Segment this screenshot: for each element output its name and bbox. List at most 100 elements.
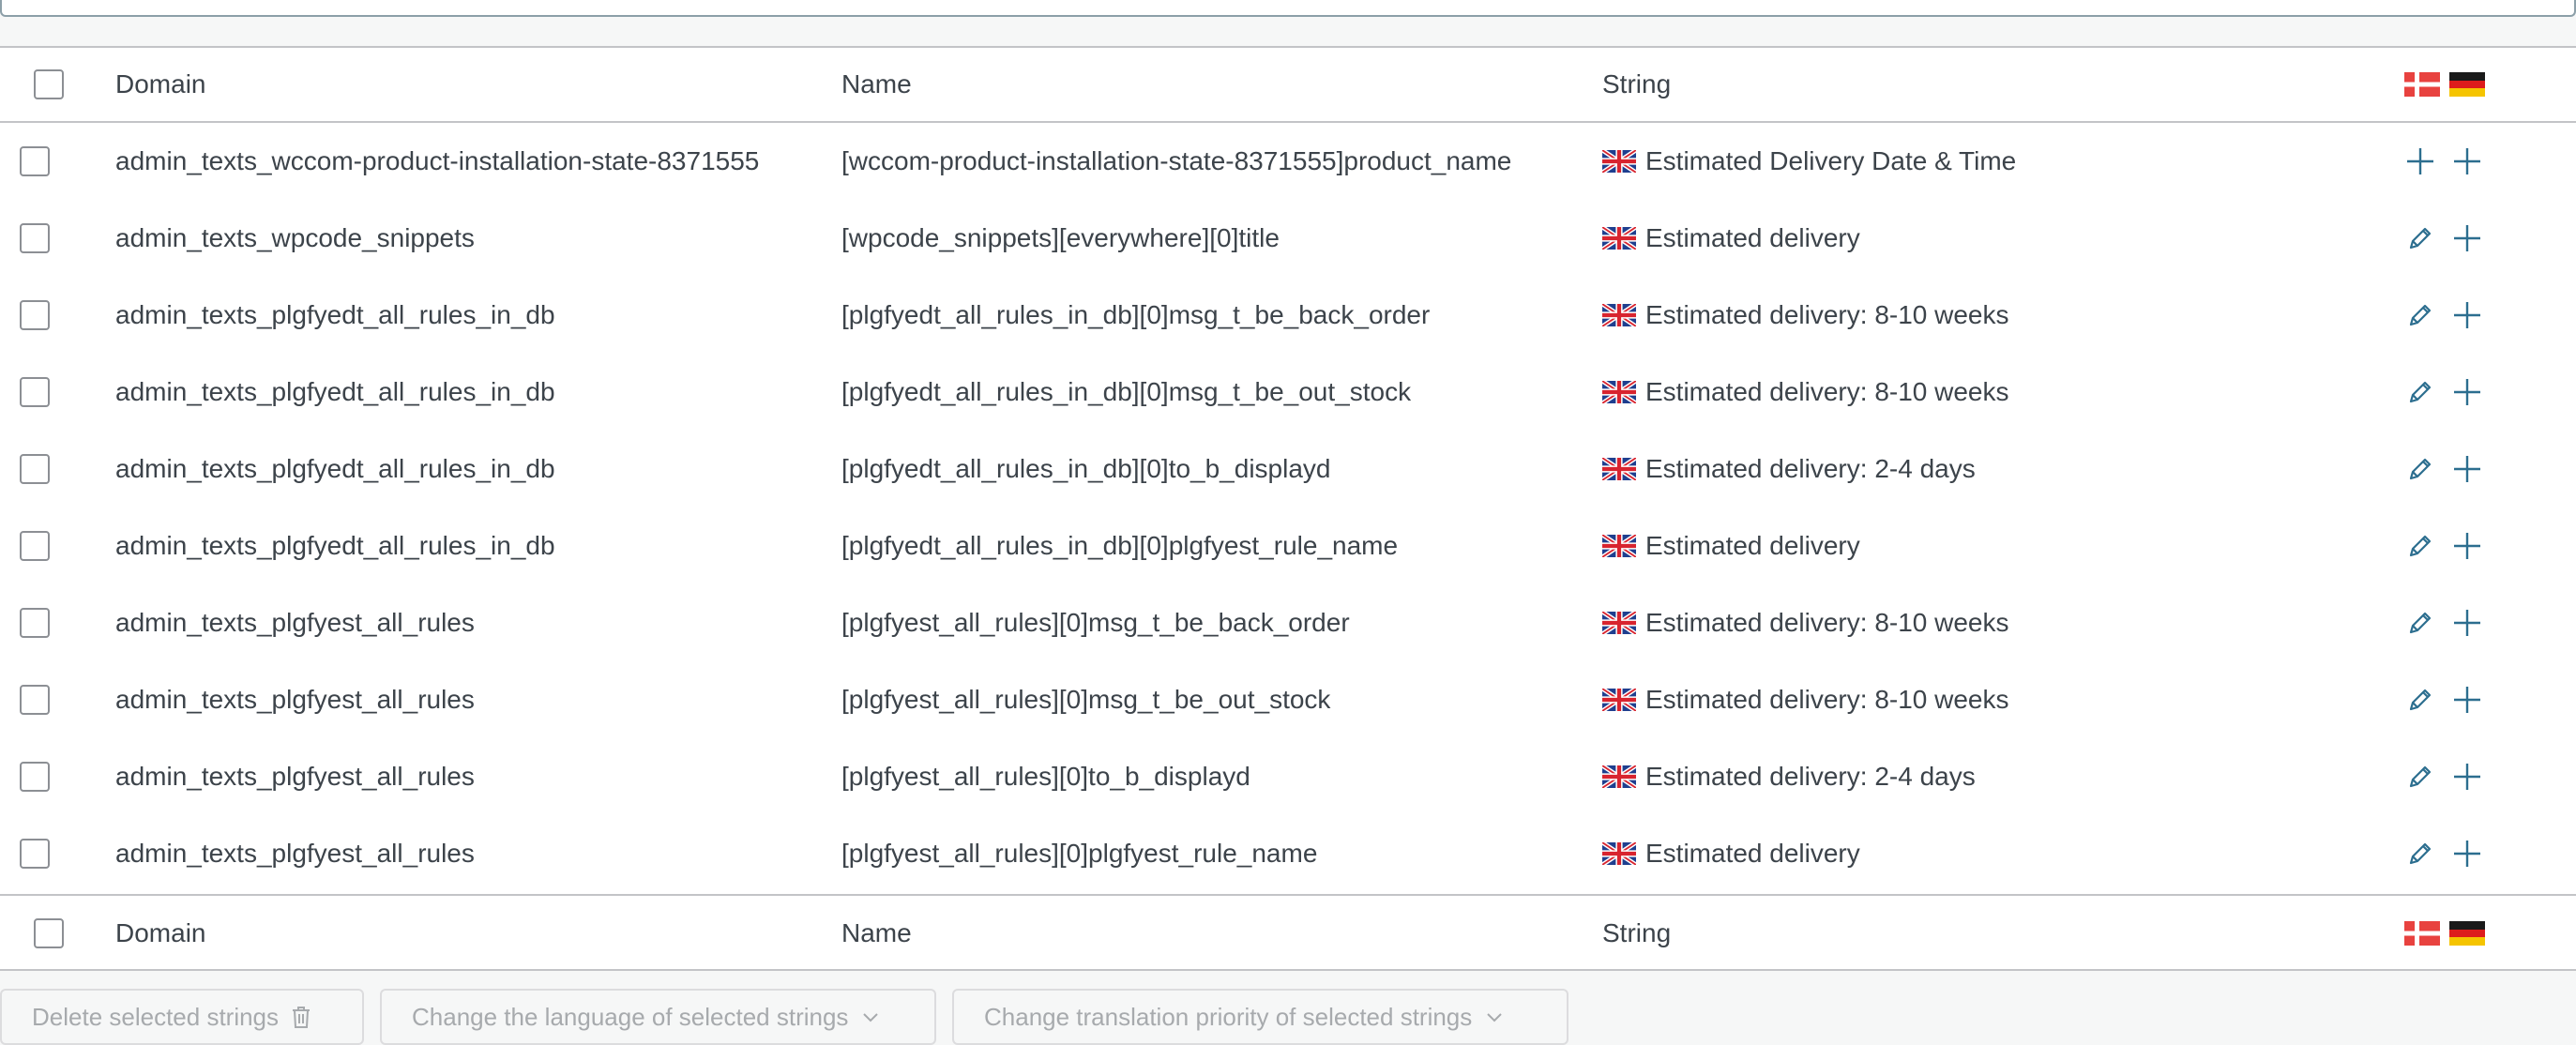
row-string: Estimated delivery (1602, 200, 1860, 277)
edit-translation-button-da[interactable] (2404, 222, 2436, 254)
row-checkbox[interactable] (20, 531, 50, 561)
add-translation-button-de[interactable] (2451, 376, 2483, 408)
row-name: [plgfyest_all_rules][0]msg_t_be_back_ord… (841, 608, 1350, 637)
add-translation-button-de[interactable] (2451, 145, 2483, 177)
add-translation-button-de[interactable] (2451, 761, 2483, 793)
row-string-text: Estimated delivery: 8-10 weeks (1645, 377, 2009, 406)
column-footer-string[interactable]: String (1602, 896, 1671, 971)
edit-translation-button-da[interactable] (2404, 838, 2436, 870)
row-string-text: Estimated delivery: 8-10 weeks (1645, 300, 2009, 329)
add-translation-button-de[interactable] (2451, 684, 2483, 716)
plus-icon (2454, 610, 2480, 636)
chevron-down-icon (1487, 1013, 1502, 1022)
column-footer-name[interactable]: Name (841, 896, 912, 971)
change-priority-label: Change translation priority of selected … (984, 1002, 1473, 1031)
table-row: admin_texts_plgfyedt_all_rules_in_db [plg… (0, 277, 2576, 354)
row-string-text: Estimated delivery: 8-10 weeks (1645, 608, 2009, 637)
row-domain: admin_texts_plgfyest_all_rules (115, 608, 475, 637)
row-name: [wccom-product-installation-state-837155… (841, 146, 1512, 175)
add-translation-button-de[interactable] (2451, 222, 2483, 254)
edit-translation-button-da[interactable] (2404, 299, 2436, 331)
add-translation-button-de[interactable] (2451, 453, 2483, 485)
row-string: Estimated delivery: 8-10 weeks (1602, 354, 2009, 431)
column-header-string[interactable]: String (1602, 48, 1671, 121)
trash-icon (293, 1007, 311, 1028)
row-name: [plgfyest_all_rules][0]plgfyest_rule_nam… (841, 839, 1318, 868)
uk-flag-icon (1602, 304, 1636, 326)
row-string: Estimated delivery (1602, 507, 1860, 584)
table-row: admin_texts_plgfyest_all_rules [plgfyest_… (0, 815, 2576, 892)
row-string-text: Estimated delivery: 8-10 weeks (1645, 685, 2009, 714)
plus-icon (2454, 533, 2480, 559)
row-checkbox[interactable] (20, 377, 50, 407)
german-flag-icon (2449, 72, 2485, 97)
change-language-label: Change the language of selected strings (412, 1002, 849, 1031)
change-language-dropdown[interactable]: Change the language of selected strings (380, 989, 936, 1045)
german-flag-icon (2449, 921, 2485, 946)
row-checkbox[interactable] (20, 608, 50, 638)
add-translation-button-de[interactable] (2451, 838, 2483, 870)
row-string: Estimated delivery: 8-10 weeks (1602, 584, 2009, 661)
plus-icon (2454, 379, 2480, 405)
uk-flag-icon (1602, 381, 1636, 403)
pencil-icon (2409, 842, 2432, 865)
column-header-name[interactable]: Name (841, 48, 912, 121)
delete-selected-label: Delete selected strings (32, 1002, 280, 1031)
change-priority-dropdown[interactable]: Change translation priority of selected … (952, 989, 1568, 1045)
plus-icon (2454, 225, 2480, 251)
table-row: admin_texts_plgfyest_all_rules [plgfyest_… (0, 738, 2576, 815)
add-translation-button-de[interactable] (2451, 530, 2483, 562)
row-string-text: Estimated delivery (1645, 223, 1860, 252)
delete-selected-button[interactable]: Delete selected strings (0, 989, 364, 1045)
add-translation-button-da[interactable] (2404, 145, 2436, 177)
row-checkbox[interactable] (20, 300, 50, 330)
pencil-icon (2409, 612, 2432, 634)
add-translation-button-de[interactable] (2451, 299, 2483, 331)
row-domain: admin_texts_plgfyest_all_rules (115, 762, 475, 791)
chevron-down-icon (863, 1013, 879, 1022)
row-checkbox[interactable] (20, 762, 50, 792)
select-all-checkbox[interactable] (34, 69, 64, 99)
pencil-icon (2409, 381, 2432, 403)
row-name: [plgfyest_all_rules][0]to_b_displayd (841, 762, 1250, 791)
row-string-text: Estimated delivery: 2-4 days (1645, 762, 1976, 791)
row-domain: admin_texts_plgfyedt_all_rules_in_db (115, 300, 555, 329)
edit-translation-button-da[interactable] (2404, 453, 2436, 485)
row-name: [plgfyedt_all_rules_in_db][0]msg_t_be_ba… (841, 300, 1431, 329)
table-row: admin_texts_plgfyedt_all_rules_in_db [plg… (0, 431, 2576, 507)
column-footer-domain[interactable]: Domain (115, 896, 205, 971)
table-row: admin_texts_plgfyedt_all_rules_in_db [plg… (0, 507, 2576, 584)
plus-icon (2454, 148, 2480, 174)
uk-flag-icon (1602, 227, 1636, 250)
row-domain: admin_texts_plgfyedt_all_rules_in_db (115, 531, 555, 560)
row-checkbox[interactable] (20, 839, 50, 869)
row-domain: admin_texts_plgfyedt_all_rules_in_db (115, 377, 555, 406)
table-row: admin_texts_plgfyedt_all_rules_in_db [plg… (0, 354, 2576, 431)
table-row: admin_texts_plgfyest_all_rules [plgfyest_… (0, 661, 2576, 738)
table-footer: Domain Name String (0, 894, 2576, 971)
table-row: admin_texts_plgfyest_all_rules [plgfyest_… (0, 584, 2576, 661)
row-checkbox[interactable] (20, 146, 50, 176)
row-checkbox[interactable] (20, 685, 50, 715)
add-translation-button-de[interactable] (2451, 607, 2483, 639)
edit-translation-button-da[interactable] (2404, 376, 2436, 408)
row-name: [plgfyedt_all_rules_in_db][0]plgfyest_ru… (841, 531, 1399, 560)
row-checkbox[interactable] (20, 223, 50, 253)
uk-flag-icon (1602, 458, 1636, 480)
row-checkbox[interactable] (20, 454, 50, 484)
edit-translation-button-da[interactable] (2404, 684, 2436, 716)
pencil-icon (2409, 304, 2432, 326)
row-name: [wpcode_snippets][everywhere][0]title (841, 223, 1280, 252)
row-string: Estimated delivery: 8-10 weeks (1602, 661, 2009, 738)
column-header-domain[interactable]: Domain (115, 48, 205, 121)
uk-flag-icon (1602, 765, 1636, 788)
row-string: Estimated delivery (1602, 815, 1860, 892)
select-all-checkbox-footer[interactable] (34, 918, 64, 948)
table-header: Domain Name String (0, 48, 2576, 123)
edit-translation-button-da[interactable] (2404, 607, 2436, 639)
edit-translation-button-da[interactable] (2404, 761, 2436, 793)
row-string: Estimated delivery: 8-10 weeks (1602, 277, 2009, 354)
uk-flag-icon (1602, 842, 1636, 865)
edit-translation-button-da[interactable] (2404, 530, 2436, 562)
row-string: Estimated Delivery Date & Time (1602, 123, 2016, 200)
